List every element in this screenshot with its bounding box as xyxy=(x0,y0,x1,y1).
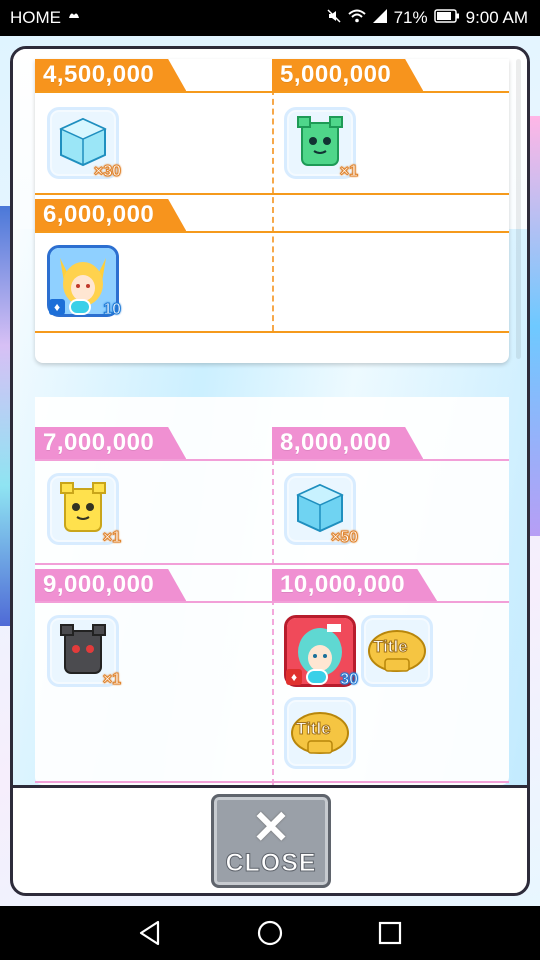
rewards-dialog: 4,500,000 5,000,000 ×30 ×1 6,000,000 ♦ 1… xyxy=(10,46,530,896)
android-nav-bar xyxy=(0,906,540,960)
bug-material-icon xyxy=(306,669,328,685)
close-button[interactable]: ✕ CLOSE xyxy=(211,794,331,888)
battery-percent: 71% xyxy=(393,8,428,27)
tier-label-9000000: 9,000,000 xyxy=(35,569,187,601)
battery-icon xyxy=(433,8,460,28)
tier-label-8000000: 8,000,000 xyxy=(272,427,424,459)
scrollbar[interactable] xyxy=(516,59,521,359)
notification-icon xyxy=(67,8,81,28)
row-divider xyxy=(35,781,509,783)
tier-label-4500000: 4,500,000 xyxy=(35,59,187,91)
back-triangle-icon xyxy=(139,920,160,946)
item-quantity: ×50 xyxy=(330,529,358,547)
bug-material-icon xyxy=(69,299,91,315)
item-quantity: ×1 xyxy=(339,163,358,181)
reward-item[interactable]: Title xyxy=(361,615,433,687)
reward-item[interactable]: ×1 xyxy=(284,107,359,181)
signal-icon xyxy=(372,8,388,28)
item-quantity: 30 xyxy=(340,671,359,689)
home-label: HOME xyxy=(10,8,61,27)
row-divider xyxy=(35,193,509,195)
row-divider xyxy=(35,91,509,93)
status-bar: HOME 71% 9:00 AM xyxy=(0,0,540,36)
item-quantity: 10 xyxy=(103,301,122,319)
yellow-creature-icon xyxy=(60,482,106,532)
water-element-icon: ♦ xyxy=(49,299,65,315)
reward-item[interactable]: ♦ 10 xyxy=(47,245,122,319)
close-icon: ✕ xyxy=(251,800,291,853)
reward-panel-orange: 4,500,000 5,000,000 ×30 ×1 6,000,000 ♦ 1… xyxy=(35,59,509,363)
tier-label-10000000: 10,000,000 xyxy=(272,569,438,601)
back-button[interactable] xyxy=(135,918,165,948)
reward-item[interactable]: ×1 xyxy=(47,473,122,547)
reward-panel-pink: 7,000,000 8,000,000 ×1 ×50 9,000,000 10,… xyxy=(35,397,509,785)
reward-item[interactable]: Title xyxy=(284,697,356,769)
mute-icon xyxy=(326,8,342,29)
title-badge-label: Title xyxy=(296,719,332,739)
recents-button[interactable] xyxy=(375,918,405,948)
row-divider xyxy=(35,563,509,565)
row-divider xyxy=(35,601,509,603)
column-divider xyxy=(272,89,274,331)
tier-label-5000000: 5,000,000 xyxy=(272,59,424,91)
recents-square-icon xyxy=(378,921,402,945)
reward-item[interactable]: ×1 xyxy=(47,615,122,689)
home-circle-icon xyxy=(257,920,283,946)
item-quantity: ×1 xyxy=(102,529,121,547)
footer-divider xyxy=(13,785,527,788)
item-quantity: ×30 xyxy=(93,163,121,181)
row-divider xyxy=(35,231,509,233)
home-button[interactable] xyxy=(255,918,285,948)
rewards-scroll-area[interactable]: 4,500,000 5,000,000 ×30 ×1 6,000,000 ♦ 1… xyxy=(13,49,527,785)
title-badge-label: Title xyxy=(373,637,409,657)
blue-cube-icon xyxy=(59,117,107,167)
reward-item[interactable]: ×50 xyxy=(284,473,359,547)
close-button-label: CLOSE xyxy=(225,848,317,877)
tier-label-6000000: 6,000,000 xyxy=(35,199,187,231)
clock-time: 9:00 AM xyxy=(465,8,528,27)
fire-element-icon: ♦ xyxy=(286,669,302,685)
black-creature-icon xyxy=(60,624,106,674)
row-divider xyxy=(35,331,509,333)
row-divider xyxy=(35,459,509,461)
blue-cube-icon xyxy=(296,483,344,533)
reward-item[interactable]: ♦ 30 xyxy=(284,615,359,689)
tier-label-7000000: 7,000,000 xyxy=(35,427,187,459)
reward-item[interactable]: ×30 xyxy=(47,107,122,181)
item-quantity: ×1 xyxy=(102,671,121,689)
column-divider xyxy=(272,429,274,785)
green-creature-icon xyxy=(297,116,343,166)
wifi-icon xyxy=(347,8,366,28)
